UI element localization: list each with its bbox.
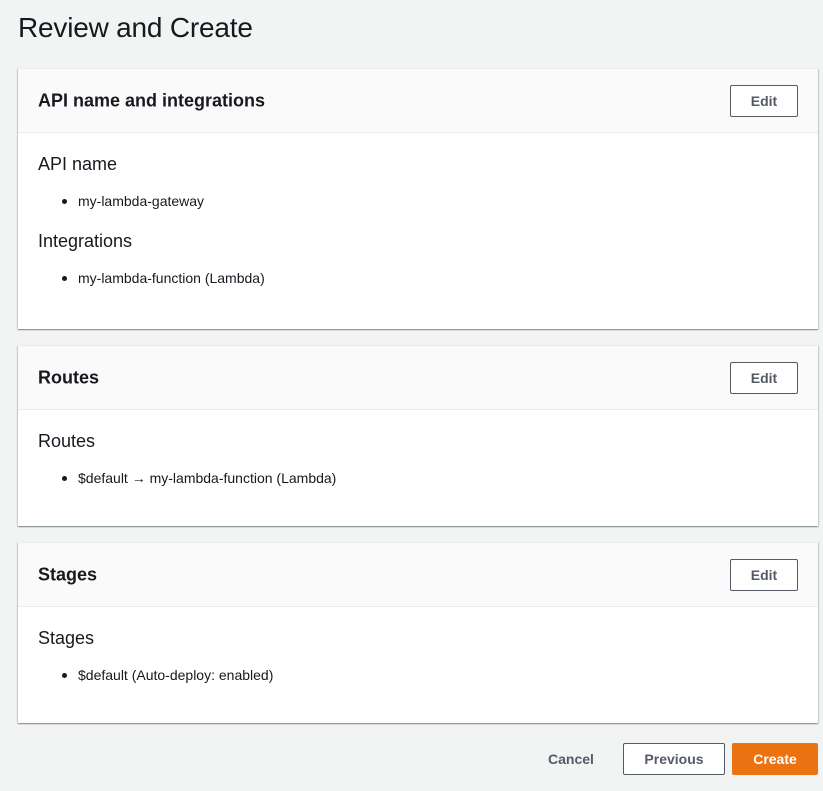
list-item: $default (Auto-deploy: enabled): [38, 667, 798, 683]
list-item: my-lambda-gateway: [38, 193, 798, 209]
page-title: Review and Create: [18, 12, 253, 43]
cancel-button[interactable]: Cancel: [537, 743, 605, 775]
panel-body: Routes $default → my-lambda-function (La…: [18, 410, 818, 486]
list-item: my-lambda-function (Lambda): [38, 270, 798, 286]
section-heading-routes: Routes: [38, 431, 96, 451]
create-button[interactable]: Create: [732, 743, 818, 775]
edit-routes-button[interactable]: Edit: [730, 362, 798, 394]
routes-list: $default → my-lambda-function (Lambda): [38, 470, 798, 486]
previous-button[interactable]: Previous: [623, 743, 725, 775]
section-heading-integrations: Integrations: [38, 231, 133, 251]
section-heading-stages: Stages: [38, 628, 95, 648]
panel-body: Stages $default (Auto-deploy: enabled): [18, 607, 818, 683]
edit-api-name-button[interactable]: Edit: [730, 85, 798, 117]
api-name-list: my-lambda-gateway: [38, 193, 798, 209]
section-heading-api-name: API name: [38, 154, 118, 174]
list-item: $default → my-lambda-function (Lambda): [38, 470, 798, 486]
panel-header: API name and integrations Edit: [18, 69, 818, 133]
panel-header: Stages Edit: [18, 543, 818, 607]
integrations-list: my-lambda-function (Lambda): [38, 270, 798, 286]
panel-title: Routes: [38, 367, 100, 387]
edit-stages-button[interactable]: Edit: [730, 559, 798, 591]
panel-header: Routes Edit: [18, 346, 818, 410]
panel-title: API name and integrations: [38, 90, 266, 110]
panel-api-name-integrations: API name and integrations Edit API name …: [18, 68, 818, 329]
footer-actions: Cancel Previous Create: [537, 743, 818, 775]
stages-list: $default (Auto-deploy: enabled): [38, 667, 798, 683]
panel-body: API name my-lambda-gateway Integrations …: [18, 133, 818, 286]
panel-title: Stages: [38, 564, 98, 584]
panel-routes: Routes Edit Routes $default → my-lambda-…: [18, 345, 818, 526]
panel-stages: Stages Edit Stages $default (Auto-deploy…: [18, 542, 818, 723]
